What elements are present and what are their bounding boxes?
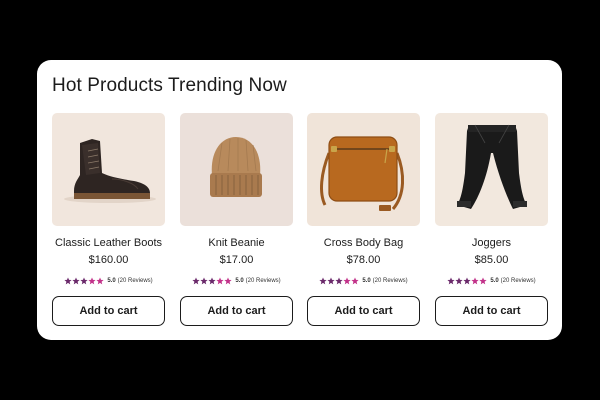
product-image[interactable]	[180, 113, 293, 226]
star-icon	[319, 277, 327, 285]
add-to-cart-button[interactable]: Add to cart	[435, 296, 548, 326]
add-to-cart-button[interactable]: Add to cart	[180, 296, 293, 326]
product-image[interactable]	[52, 113, 165, 226]
section-title: Hot Products Trending Now	[52, 75, 287, 96]
star-icon	[479, 277, 487, 285]
star-icon	[447, 277, 455, 285]
beanie-icon	[180, 113, 293, 226]
rating-score: 5.0	[362, 278, 371, 284]
star-icon	[351, 277, 359, 285]
boot-icon	[52, 113, 165, 226]
review-count: (20 Reviews)	[500, 278, 536, 284]
star-icon	[327, 277, 335, 285]
product-price: $85.00	[474, 254, 509, 266]
add-to-cart-button[interactable]: Add to cart	[307, 296, 420, 326]
product-name[interactable]: Joggers	[435, 237, 548, 249]
star-icon	[471, 277, 479, 285]
product-rating: 5.0 (20 Reviews)	[435, 277, 548, 285]
star-rating	[319, 277, 359, 285]
review-count: (20 Reviews)	[117, 278, 153, 284]
star-icon	[455, 277, 463, 285]
joggers-icon	[435, 113, 548, 226]
star-icon	[224, 277, 232, 285]
product-price: $78.00	[346, 254, 381, 266]
add-to-cart-button[interactable]: Add to cart	[52, 296, 165, 326]
star-icon	[216, 277, 224, 285]
product-price: $160.00	[88, 254, 129, 266]
product-list: Classic Leather Boots $160.00 5.0 (20 Re…	[52, 113, 548, 333]
rating-score: 5.0	[107, 278, 116, 284]
star-icon	[335, 277, 343, 285]
product-rating: 5.0 (20 Reviews)	[180, 277, 293, 285]
star-icon	[80, 277, 88, 285]
review-count: (20 Reviews)	[245, 278, 281, 284]
star-rating	[64, 277, 104, 285]
star-icon	[463, 277, 471, 285]
star-icon	[208, 277, 216, 285]
product-rating: 5.0 (20 Reviews)	[52, 277, 165, 285]
product-rating: 5.0 (20 Reviews)	[307, 277, 420, 285]
review-count: (20 Reviews)	[372, 278, 408, 284]
rating-score: 5.0	[235, 278, 244, 284]
product-card-bag[interactable]: Cross Body Bag $78.00 5.0 (20 Reviews) A…	[307, 113, 420, 328]
bag-icon	[307, 113, 420, 226]
rating-score: 5.0	[490, 278, 499, 284]
product-image[interactable]	[435, 113, 548, 226]
star-rating	[192, 277, 232, 285]
star-icon	[343, 277, 351, 285]
product-name[interactable]: Classic Leather Boots	[52, 237, 165, 249]
star-icon	[72, 277, 80, 285]
product-name[interactable]: Knit Beanie	[180, 237, 293, 249]
star-icon	[192, 277, 200, 285]
product-name[interactable]: Cross Body Bag	[307, 237, 420, 249]
trending-products-card: Hot Products Trending Now Classic Leathe…	[37, 60, 562, 340]
star-icon	[96, 277, 104, 285]
star-icon	[64, 277, 72, 285]
product-price: $17.00	[219, 254, 254, 266]
star-icon	[200, 277, 208, 285]
star-rating	[447, 277, 487, 285]
product-card-beanie[interactable]: Knit Beanie $17.00 5.0 (20 Reviews) Add …	[180, 113, 293, 328]
star-icon	[88, 277, 96, 285]
product-card-joggers[interactable]: Joggers $85.00 5.0 (20 Reviews) Add to c…	[435, 113, 548, 328]
product-card-boots[interactable]: Classic Leather Boots $160.00 5.0 (20 Re…	[52, 113, 165, 328]
product-image[interactable]	[307, 113, 420, 226]
